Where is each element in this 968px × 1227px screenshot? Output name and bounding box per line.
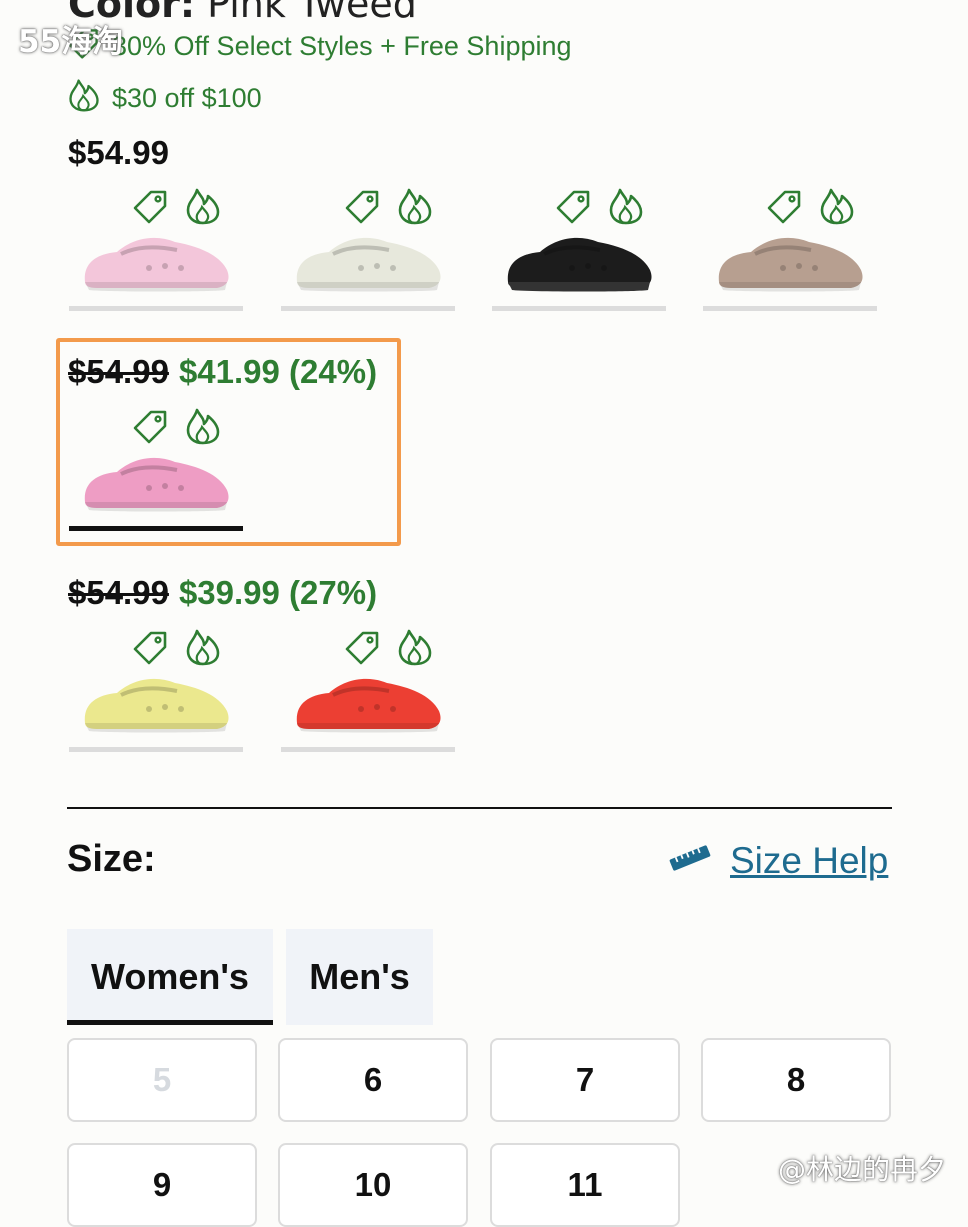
size-heading: Size: — [67, 838, 156, 880]
swatch-underline — [492, 306, 666, 311]
size-option-7[interactable]: 7 — [490, 1038, 680, 1122]
size-option-10[interactable]: 10 — [278, 1143, 468, 1227]
swatch-underline — [69, 526, 243, 531]
regular-price: $54.99 — [68, 134, 169, 171]
size-help-label: Size Help — [730, 840, 889, 881]
swatch-underline — [69, 306, 243, 311]
original-price: $54.99 — [68, 574, 169, 611]
shoe-thumbnail — [77, 665, 233, 737]
size-option-11[interactable]: 11 — [490, 1143, 680, 1227]
size-option-5[interactable]: 5 — [67, 1038, 257, 1122]
color-swatch[interactable] — [281, 186, 455, 311]
shoe-thumbnail — [711, 224, 867, 296]
tab-label: Women's — [91, 956, 249, 997]
tab-womens[interactable]: Women's — [67, 929, 273, 1025]
tab-label: Men's — [309, 956, 410, 997]
price-group-3: $54.99 $39.99 (27%) — [68, 574, 377, 612]
shoe-thumbnail — [77, 224, 233, 296]
size-option-label: 11 — [567, 1166, 603, 1203]
color-swatch[interactable] — [69, 627, 243, 752]
color-swatch[interactable] — [69, 186, 243, 311]
size-help-link[interactable]: Size Help — [668, 840, 888, 882]
original-price: $54.99 — [68, 353, 169, 390]
tab-mens[interactable]: Men's — [286, 929, 433, 1025]
size-option-label: 7 — [575, 1061, 595, 1098]
price-group-1: $54.99 — [68, 134, 169, 172]
watermark-logo: 55海淘 — [18, 24, 124, 60]
watermark-author: @林边的冉夕 — [777, 1153, 946, 1186]
swatch-underline — [69, 747, 243, 752]
size-option-label: 10 — [354, 1166, 392, 1203]
color-swatch[interactable] — [69, 406, 243, 531]
section-divider — [67, 807, 892, 809]
promo-text: 30% Off Select Styles + Free Shipping — [112, 30, 572, 61]
swatch-underline — [703, 306, 877, 311]
size-option-label: 8 — [786, 1061, 806, 1098]
size-option-9[interactable]: 9 — [67, 1143, 257, 1227]
promo-offer: $30 off $100 — [66, 76, 262, 120]
color-swatch[interactable] — [703, 186, 877, 311]
size-option-label: 5 — [152, 1061, 172, 1098]
color-swatch[interactable] — [492, 186, 666, 311]
promo-discount: 30% Off Select Styles + Free Shipping — [66, 24, 572, 68]
shoe-thumbnail — [500, 224, 656, 296]
shoe-thumbnail — [289, 224, 445, 296]
size-option-label: 6 — [363, 1061, 383, 1098]
color-swatch[interactable] — [281, 627, 455, 752]
ruler-icon — [668, 840, 712, 882]
size-option-8[interactable]: 8 — [701, 1038, 891, 1122]
sale-price: $39.99 (27%) — [178, 574, 378, 611]
swatch-underline — [281, 747, 455, 752]
price-group-2: $54.99 $41.99 (24%) — [68, 353, 377, 391]
size-option-label: 9 — [152, 1166, 172, 1203]
sale-price: $41.99 (24%) — [178, 353, 378, 390]
shoe-thumbnail — [289, 665, 445, 737]
swatch-underline — [281, 306, 455, 311]
promo-text: $30 off $100 — [112, 82, 262, 113]
flame-icon — [66, 75, 102, 122]
color-value: Pink Tweed — [207, 0, 417, 26]
size-option-6[interactable]: 6 — [278, 1038, 468, 1122]
shoe-thumbnail — [77, 444, 233, 516]
